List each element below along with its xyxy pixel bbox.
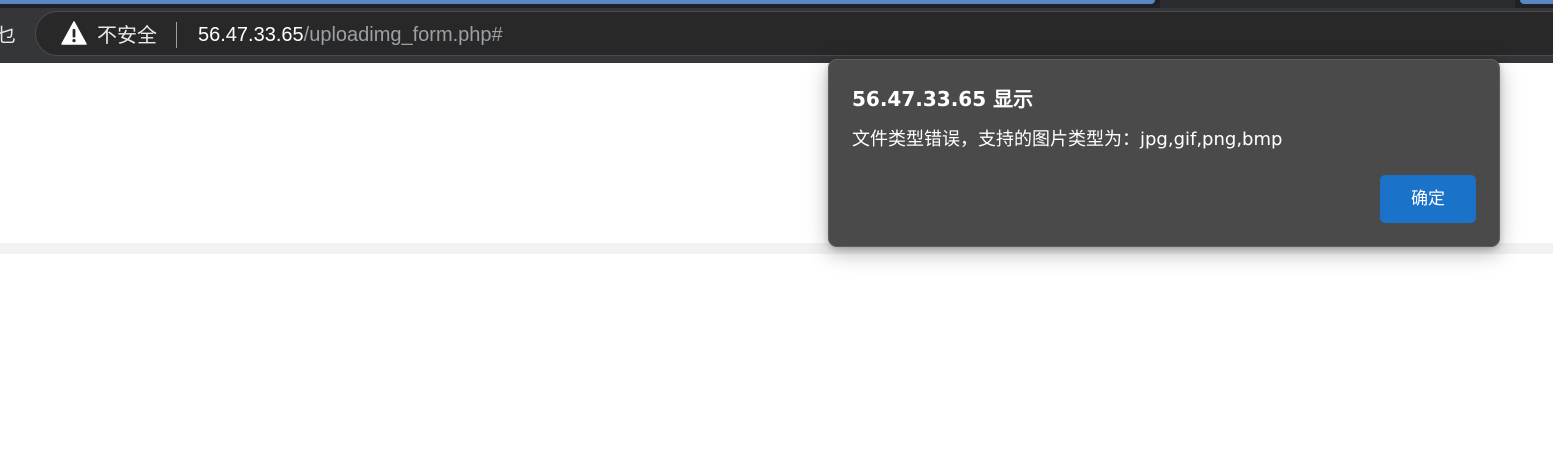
url-host: 56.47.33.65 xyxy=(198,24,304,46)
toolbar-cut-off-glyph: 乜 xyxy=(0,23,16,47)
alert-dialog: 56.47.33.65 显示 文件类型错误，支持的图片类型为：jpg,gif,p… xyxy=(828,59,1500,247)
warning-triangle-icon[interactable] xyxy=(61,21,87,45)
tab-strip xyxy=(1160,0,1515,8)
address-bar[interactable]: 不安全 56.47.33.65/uploadimg_form.php# xyxy=(35,11,1553,56)
active-tab-strip[interactable] xyxy=(0,0,1155,4)
dialog-message: 文件类型错误，支持的图片类型为：jpg,gif,png,bmp xyxy=(852,129,1283,150)
ok-button[interactable]: 确定 xyxy=(1380,175,1476,223)
url-path: /uploadimg_form.php# xyxy=(303,24,503,46)
url-text[interactable]: 56.47.33.65/uploadimg_form.php# xyxy=(198,23,503,47)
browser-toolbar: 乜 不安全 56.47.33.65/uploadimg_form.php# xyxy=(0,8,1553,63)
address-divider xyxy=(176,22,177,48)
tab-strip-edge[interactable] xyxy=(1520,0,1553,4)
dialog-title: 56.47.33.65 显示 xyxy=(852,87,1034,111)
browser-chrome: 乜 不安全 56.47.33.65/uploadimg_form.php# xyxy=(0,0,1553,63)
security-status-label[interactable]: 不安全 xyxy=(97,23,157,47)
